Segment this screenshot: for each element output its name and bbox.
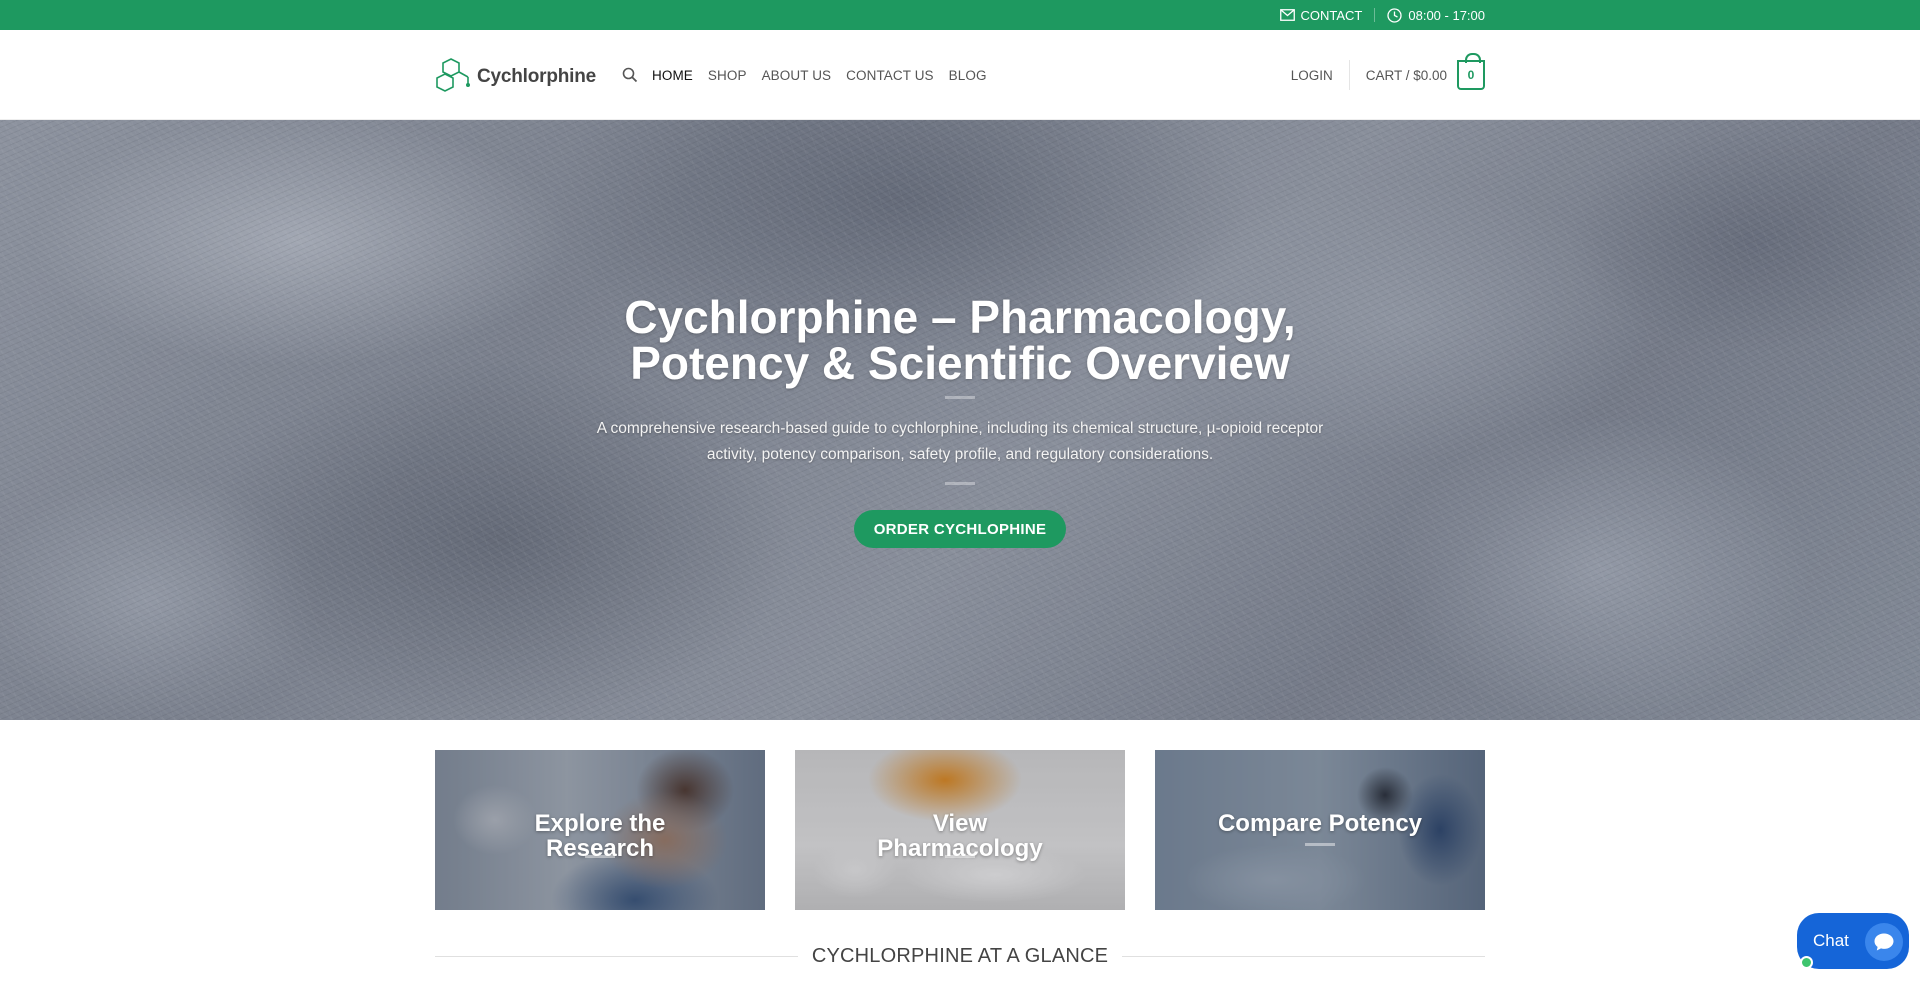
feature-cards: Explore the Research View Pharmacology C… [435,750,1485,910]
hero-banner: Cychlorphine – Pharmacology, Potency & S… [0,120,1920,720]
cart-count: 0 [1467,68,1475,82]
divider [1348,60,1350,90]
contact-link[interactable]: CONTACT [1279,7,1363,23]
section-heading: CYCHLORPHINE AT A GLANCE [435,940,1485,972]
chat-label: Chat [1813,931,1849,950]
divider [1122,955,1485,957]
card-divider [585,855,615,858]
logo-text: Cychlorphine [477,65,597,87]
cart-bag-icon[interactable]: 0 [1457,53,1485,90]
business-hours: 08:00 - 17:00 [1387,8,1485,23]
nav-item-home[interactable]: HOME [652,68,693,83]
site-header: Cychlorphine HOME SHOP ABOUT US CONTACT … [0,30,1920,120]
nav-item-shop[interactable]: SHOP [708,68,747,83]
card-divider [1305,843,1335,846]
divider [435,955,798,957]
clock-icon [1387,7,1403,23]
hero-content: Cychlorphine – Pharmacology, Potency & S… [0,120,1920,720]
order-button[interactable]: ORDER CYCHLOPHINE [854,510,1066,548]
card-explore-research[interactable]: Explore the Research [435,750,765,910]
chat-bubble-icon [1865,923,1903,961]
card-title-line-1: View [932,810,988,837]
header-account: LOGIN CART / $0.00 0 [1291,30,1485,120]
nav-item-contact-us[interactable]: CONTACT US [846,68,934,83]
section-title: CYCHLORPHINE AT A GLANCE [811,944,1109,967]
hero-divider [945,482,975,485]
hero-title: Cychlorphine – Pharmacology, Potency & S… [560,294,1360,386]
top-bar: CONTACT 08:00 - 17:00 [0,0,1920,30]
top-bar-info: CONTACT 08:00 - 17:00 [1279,0,1485,30]
hero-title-line-1: Cychlorphine – Pharmacology, [624,291,1296,343]
card-compare-potency[interactable]: Compare Potency [1155,750,1485,910]
envelope-icon [1279,9,1295,21]
hours-label: 08:00 - 17:00 [1408,7,1485,23]
divider [1374,8,1376,22]
nav-item-blog[interactable]: BLOG [949,68,987,83]
nav-item-about-us[interactable]: ABOUT US [762,68,832,83]
cart-link[interactable]: CART / $0.00 [1366,68,1447,83]
hero-subtitle: A comprehensive research-based guide to … [596,420,1324,463]
chat-widget[interactable]: Chat [1797,913,1909,969]
card-view-pharmacology[interactable]: View Pharmacology [795,750,1125,910]
online-status-dot [1800,956,1813,969]
card-title: Explore the Research [435,811,765,861]
hero-divider [945,396,975,399]
card-title: Compare Potency [1217,810,1423,837]
card-title: View Pharmacology [795,811,1125,861]
search-icon[interactable] [622,67,638,83]
hero-title-line-2: Potency & Scientific Overview [630,337,1290,389]
contact-label: CONTACT [1300,7,1363,23]
login-link[interactable]: LOGIN [1291,68,1333,83]
card-divider [945,855,975,858]
site-logo[interactable]: Cychlorphine [435,56,596,97]
main-nav: HOME SHOP ABOUT US CONTACT US BLOG [622,30,1002,120]
card-title-line-1: Explore the [534,810,666,837]
molecule-logo-icon [435,56,473,97]
